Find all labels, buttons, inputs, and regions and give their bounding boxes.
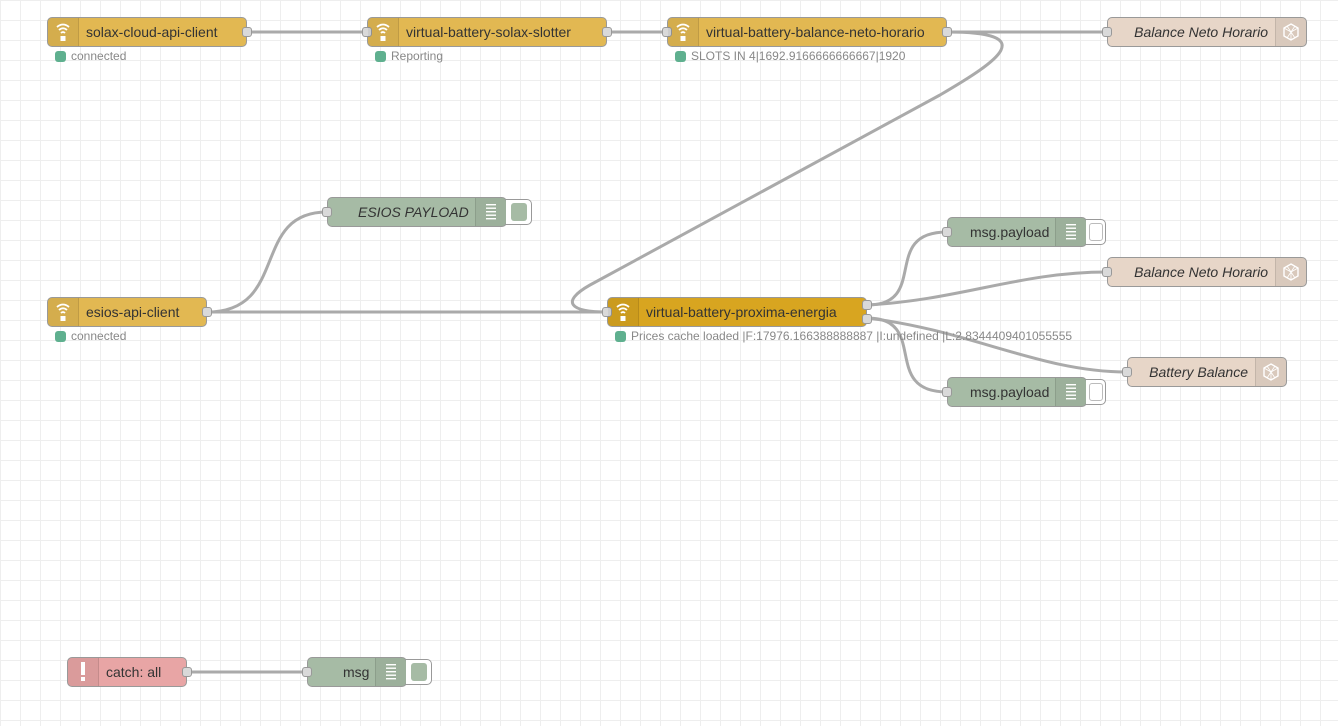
node-label: solax-cloud-api-client [86, 24, 218, 40]
debug-node-msg-payload-1[interactable]: msg.payload [942, 217, 1106, 247]
output-port-1[interactable] [862, 300, 872, 310]
globe-icon [1275, 258, 1306, 286]
wire-proxima-to-ui-balance[interactable] [866, 270, 1108, 307]
dashboard-node-battery-balance[interactable]: Battery Balance [1122, 357, 1287, 387]
node-label: msg.payload [970, 224, 1050, 240]
node-status: connected [55, 329, 126, 343]
wifi-icon [48, 298, 79, 326]
dashboard-node-balance-neto-horario-top[interactable]: Balance Neto Horario [1102, 17, 1307, 47]
debug-toggle-indicator [410, 663, 427, 681]
list-icon [1055, 218, 1086, 246]
node-label: ESIOS PAYLOAD [358, 204, 469, 220]
node-label: msg [343, 664, 370, 680]
wifi-icon [368, 18, 399, 46]
input-port[interactable] [942, 387, 952, 397]
wire-balance-neto-to-proxima[interactable] [570, 30, 1004, 314]
debug-node-msg-payload-2[interactable]: msg.payload [942, 377, 1106, 407]
globe-icon [1275, 18, 1306, 46]
output-port[interactable] [182, 667, 192, 677]
debug-toggle-indicator [1088, 223, 1103, 241]
list-icon [1055, 378, 1086, 406]
debug-node-msg[interactable]: msg [302, 657, 432, 687]
output-port[interactable] [202, 307, 212, 317]
debug-toggle-indicator [1088, 383, 1103, 401]
node-label: virtual-battery-balance-neto-horario [706, 24, 925, 40]
wire-proxima-to-battery-balance[interactable] [866, 316, 1128, 374]
input-port[interactable] [1102, 27, 1112, 37]
debug-toggle-button[interactable] [1086, 379, 1106, 405]
node-status: SLOTS IN 4|1692.9166666666667|1920 [675, 49, 905, 63]
node-label: Battery Balance [1149, 364, 1248, 380]
mqtt-node-esios-api-client[interactable]: esios-api-client [47, 297, 212, 327]
list-icon [375, 658, 406, 686]
globe-icon [1255, 358, 1286, 386]
output-port[interactable] [942, 27, 952, 37]
mqtt-node-virtual-battery-proxima-energia[interactable]: virtual-battery-proxima-energia [602, 297, 872, 327]
status-dot [675, 50, 686, 62]
node-label: Balance Neto Horario [1134, 24, 1268, 40]
catch-node-all[interactable]: catch: all [67, 657, 192, 687]
wifi-icon [608, 298, 639, 326]
list-icon [475, 198, 506, 226]
output-port-2[interactable] [862, 314, 872, 324]
mqtt-node-virtual-battery-balance-neto-horario[interactable]: virtual-battery-balance-neto-horario [662, 17, 952, 47]
dashboard-node-balance-neto-horario-mid[interactable]: Balance Neto Horario [1102, 257, 1307, 287]
input-port[interactable] [1122, 367, 1132, 377]
alert-icon [68, 658, 99, 686]
node-label: esios-api-client [86, 304, 180, 320]
debug-node-esios-payload[interactable]: ESIOS PAYLOAD [322, 197, 532, 227]
input-port[interactable] [322, 207, 332, 217]
status-dot [55, 50, 66, 62]
status-dot [55, 330, 66, 342]
node-label: virtual-battery-proxima-energia [646, 304, 837, 320]
node-status: Prices cache loaded |F:17976.16638888888… [615, 329, 1072, 343]
input-port[interactable] [942, 227, 952, 237]
debug-toggle-indicator [510, 203, 527, 221]
node-label: catch: all [106, 664, 162, 680]
output-port[interactable] [602, 27, 612, 37]
debug-toggle-button[interactable] [506, 199, 532, 225]
input-port[interactable] [1102, 267, 1112, 277]
node-label: msg.payload [970, 384, 1050, 400]
status-dot [615, 330, 626, 342]
wifi-icon [48, 18, 79, 46]
debug-toggle-button[interactable] [406, 659, 432, 685]
mqtt-node-virtual-battery-solax-slotter[interactable]: virtual-battery-solax-slotter [362, 17, 612, 47]
status-dot [375, 50, 386, 62]
node-label: virtual-battery-solax-slotter [406, 24, 571, 40]
node-status: Reporting [375, 49, 443, 63]
wire-proxima-to-debug-1[interactable] [866, 230, 948, 307]
output-port[interactable] [242, 27, 252, 37]
wifi-icon [668, 18, 699, 46]
node-status: connected [55, 49, 126, 63]
node-label: Balance Neto Horario [1134, 264, 1268, 280]
mqtt-node-solax-cloud-api-client[interactable]: solax-cloud-api-client [47, 17, 252, 47]
input-port[interactable] [302, 667, 312, 677]
debug-toggle-button[interactable] [1086, 219, 1106, 245]
wire-esios-client-to-payload[interactable] [206, 210, 328, 314]
